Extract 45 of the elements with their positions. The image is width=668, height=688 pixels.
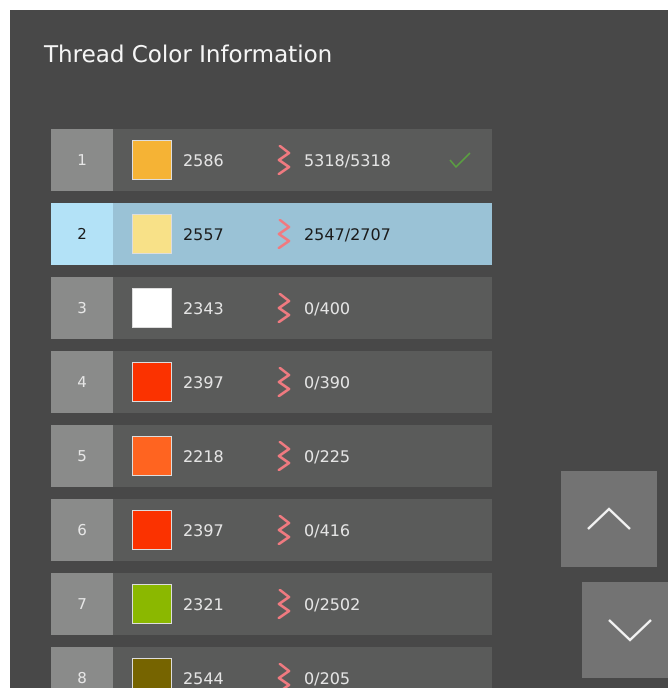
stitch-count: 0/205 xyxy=(304,668,352,688)
stitch-count: 0/225 xyxy=(304,446,352,466)
zigzag-stitch-icon xyxy=(276,663,292,688)
thread-code: 2544 xyxy=(183,668,225,688)
thread-number: 6 xyxy=(51,499,113,561)
zigzag-stitch-icon xyxy=(276,441,292,471)
thread-number: 4 xyxy=(51,351,113,413)
stitch-count: 0/390 xyxy=(304,372,352,392)
thread-number: 1 xyxy=(51,129,113,191)
thread-code: 2218 xyxy=(183,446,225,466)
scroll-up-button[interactable] xyxy=(561,471,657,567)
zigzag-stitch-icon xyxy=(276,219,292,249)
thread-row[interactable]: 7 2321 0/2502 xyxy=(51,573,492,635)
stitch-count: 0/416 xyxy=(304,520,352,540)
thread-number: 5 xyxy=(51,425,113,487)
scroll-down-button[interactable] xyxy=(582,582,668,678)
stitch-count: 5318/5318 xyxy=(304,150,392,170)
zigzag-stitch-icon xyxy=(276,589,292,619)
thread-code: 2397 xyxy=(183,372,225,392)
thread-number: 3 xyxy=(51,277,113,339)
thread-code: 2321 xyxy=(183,594,225,614)
zigzag-stitch-icon xyxy=(276,145,292,175)
thread-row[interactable]: 1 2586 5318/5318 xyxy=(51,129,492,191)
zigzag-stitch-icon xyxy=(276,515,292,545)
zigzag-stitch-icon xyxy=(276,293,292,323)
thread-code: 2397 xyxy=(183,520,225,540)
thread-row[interactable]: 5 2218 0/225 xyxy=(51,425,492,487)
zigzag-stitch-icon xyxy=(276,367,292,397)
thread-row[interactable]: 8 2544 0/205 xyxy=(51,647,492,688)
thread-code: 2586 xyxy=(183,150,225,170)
thread-number: 7 xyxy=(51,573,113,635)
chevron-down-icon xyxy=(607,618,653,642)
stitch-count: 2547/2707 xyxy=(304,224,392,244)
thread-number: 2 xyxy=(51,203,113,265)
thread-row[interactable]: 6 2397 0/416 xyxy=(51,499,492,561)
panel-title: Thread Color Information xyxy=(43,41,334,70)
thread-row[interactable]: 3 2343 0/400 xyxy=(51,277,492,339)
thread-number: 8 xyxy=(51,647,113,688)
thread-code: 2557 xyxy=(183,224,225,244)
thread-code: 2343 xyxy=(183,298,225,318)
thread-row[interactable]: 4 2397 0/390 xyxy=(51,351,492,413)
chevron-up-icon xyxy=(586,507,632,531)
thread-row[interactable]: 2 2557 2547/2707 xyxy=(51,203,492,265)
stitch-count: 0/2502 xyxy=(304,594,362,614)
stitch-count: 0/400 xyxy=(304,298,352,318)
